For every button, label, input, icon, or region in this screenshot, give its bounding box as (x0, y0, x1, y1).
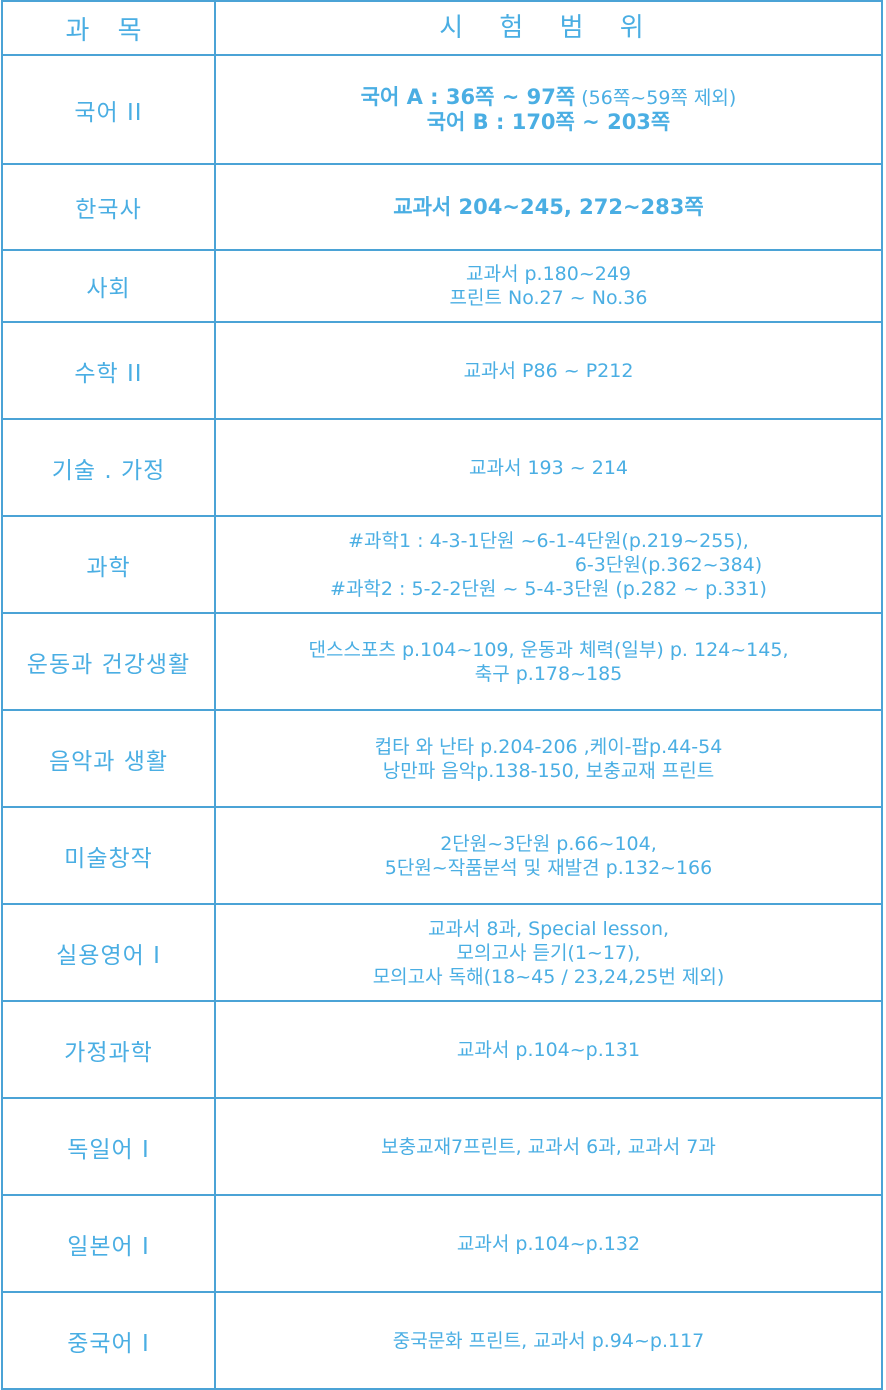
exam-scope-sheet: 과 목 시 험 범 위 국어 II 국어 A : 36쪽 ~ 97쪽 (56쪽~5… (0, 0, 886, 1390)
subject-cell: 한국사 (1, 163, 216, 251)
subject-cell: 음악과 생활 (1, 709, 216, 808)
range-line: 프린트 No.27 ~ No.36 (224, 286, 873, 310)
table-row: 미술창작 2단원~3단원 p.66~104, 5단원~작품분석 및 재발견 p.13… (1, 806, 883, 905)
subject-cell: 과학 (1, 515, 216, 614)
range-cell: 국어 A : 36쪽 ~ 97쪽 (56쪽~59쪽 제외) 국어 B : 170쪽… (214, 54, 883, 165)
table-row: 기술 . 가정 교과서 193 ~ 214 (1, 418, 883, 517)
range-line-text: 컵타 와 난타 p.204-206 ,케이-팝p.44-54 (374, 735, 723, 758)
range-line-text: 모의고사 듣기(1~17), (456, 941, 641, 964)
exam-scope-table: 과 목 시 험 범 위 국어 II 국어 A : 36쪽 ~ 97쪽 (56쪽~5… (1, 0, 883, 1390)
table-row: 독일어 I 보충교재7프린트, 교과서 6과, 교과서 7과 (1, 1097, 883, 1196)
range-line-text: 축구 p.178~185 (474, 662, 623, 685)
subject-cell: 독일어 I (1, 1097, 216, 1196)
range-line-bold: 국어 A : 36쪽 ~ 97쪽 (360, 84, 576, 109)
range-line-text: 프린트 No.27 ~ No.36 (449, 287, 648, 309)
header-subject: 과 목 (1, 0, 216, 56)
range-line: 교과서 8과, Special lesson, (224, 917, 873, 941)
range-cell: 컵타 와 난타 p.204-206 ,케이-팝p.44-54 낭만파 음악p.13… (214, 709, 883, 808)
subject-cell: 미술창작 (1, 806, 216, 905)
subject-cell: 국어 II (1, 54, 216, 165)
range-line-text: 교과서 8과, Special lesson, (427, 917, 670, 940)
range-line: 댄스스포츠 p.104~109, 운동과 체력(일부) p. 124~145, (224, 638, 873, 662)
range-cell: 교과서 p.104~p.131 (214, 1000, 883, 1099)
range-cell: #과학1 : 4-3-1단원 ~6-1-4단원(p.219~255), 6-3단원… (214, 515, 883, 614)
range-cell: 교과서 8과, Special lesson, 모의고사 듣기(1~17), 모의고… (214, 903, 883, 1002)
range-cell: 교과서 p.180~249 프린트 No.27 ~ No.36 (214, 249, 883, 323)
range-line: 6-3단원(p.362~384) (224, 553, 873, 577)
subject-cell: 운동과 건강생활 (1, 612, 216, 711)
range-line-text: #과학2 : 5-2-2단원 ~ 5-4-3단원 (p.282 ~ p.331) (330, 577, 767, 600)
range-line-text: 교과서 p.180~249 (465, 263, 632, 285)
range-line: #과학2 : 5-2-2단원 ~ 5-4-3단원 (p.282 ~ p.331) (224, 577, 873, 601)
range-line-text: 낭만파 음악p.138-150, 보충교재 프린트 (382, 759, 715, 782)
range-line: 국어 A : 36쪽 ~ 97쪽 (56쪽~59쪽 제외) (224, 85, 873, 110)
range-line: 교과서 p.104~p.132 (224, 1232, 873, 1256)
range-cell: 교과서 193 ~ 214 (214, 418, 883, 517)
range-line-text: 모의고사 독해(18~45 / 23,24,25번 제외) (372, 965, 725, 988)
range-line-text: 댄스스포츠 p.104~109, 운동과 체력(일부) p. 124~145, (308, 638, 789, 661)
range-line: 컵타 와 난타 p.204-206 ,케이-팝p.44-54 (224, 735, 873, 759)
range-cell: 중국문화 프린트, 교과서 p.94~p.117 (214, 1291, 883, 1390)
range-line: 교과서 P86 ~ P212 (224, 359, 873, 383)
range-line: #과학1 : 4-3-1단원 ~6-1-4단원(p.219~255), (224, 529, 873, 553)
range-line-text: #과학1 : 4-3-1단원 ~6-1-4단원(p.219~255), (348, 529, 749, 552)
table-row: 사회 교과서 p.180~249 프린트 No.27 ~ No.36 (1, 249, 883, 323)
table-row: 중국어 I 중국문화 프린트, 교과서 p.94~p.117 (1, 1291, 883, 1390)
range-line: 교과서 193 ~ 214 (224, 456, 873, 480)
range-cell: 교과서 P86 ~ P212 (214, 321, 883, 420)
range-line-text: 교과서 p.104~p.132 (456, 1232, 641, 1255)
range-cell: 교과서 204~245, 272~283쪽 (214, 163, 883, 251)
subject-cell: 기술 . 가정 (1, 418, 216, 517)
range-cell: 교과서 p.104~p.132 (214, 1194, 883, 1293)
range-line-bold: 국어 B : 170쪽 ~ 203쪽 (426, 109, 671, 134)
table-row: 음악과 생활 컵타 와 난타 p.204-206 ,케이-팝p.44-54 낭만파 … (1, 709, 883, 808)
range-line: 모의고사 듣기(1~17), (224, 941, 873, 965)
table-row: 한국사 교과서 204~245, 272~283쪽 (1, 163, 883, 251)
table-row: 수학 II 교과서 P86 ~ P212 (1, 321, 883, 420)
subject-cell: 수학 II (1, 321, 216, 420)
table-row: 가정과학 교과서 p.104~p.131 (1, 1000, 883, 1099)
range-line-text: (56쪽~59쪽 제외) (575, 86, 737, 109)
range-cell: 댄스스포츠 p.104~109, 운동과 체력(일부) p. 124~145, 축… (214, 612, 883, 711)
table-row: 과학 #과학1 : 4-3-1단원 ~6-1-4단원(p.219~255), 6-3… (1, 515, 883, 614)
table-row: 운동과 건강생활 댄스스포츠 p.104~109, 운동과 체력(일부) p. 1… (1, 612, 883, 711)
table-row: 실용영어 I 교과서 8과, Special lesson, 모의고사 듣기(1~1… (1, 903, 883, 1002)
range-line: 교과서 p.104~p.131 (224, 1038, 873, 1062)
range-line-text: 교과서 P86 ~ P212 (463, 359, 634, 382)
range-line-text: 중국문화 프린트, 교과서 p.94~p.117 (392, 1329, 705, 1352)
header-row: 과 목 시 험 범 위 (1, 0, 883, 56)
range-line: 모의고사 독해(18~45 / 23,24,25번 제외) (224, 965, 873, 989)
range-line-text: 5단원~작품분석 및 재발견 p.132~166 (384, 856, 713, 879)
subject-cell: 가정과학 (1, 1000, 216, 1099)
table-row: 국어 II 국어 A : 36쪽 ~ 97쪽 (56쪽~59쪽 제외) 국어 B :… (1, 54, 883, 165)
header-range: 시 험 범 위 (214, 0, 883, 56)
range-line: 2단원~3단원 p.66~104, (224, 832, 873, 856)
range-line-text: 2단원~3단원 p.66~104, (440, 832, 657, 855)
subject-cell: 일본어 I (1, 1194, 216, 1293)
range-line: 교과서 p.180~249 (224, 262, 873, 286)
range-line: 축구 p.178~185 (224, 662, 873, 686)
table-row: 일본어 I 교과서 p.104~p.132 (1, 1194, 883, 1293)
subject-cell: 중국어 I (1, 1291, 216, 1390)
range-line: 5단원~작품분석 및 재발견 p.132~166 (224, 856, 873, 880)
subject-cell: 실용영어 I (1, 903, 216, 1002)
range-line: 국어 B : 170쪽 ~ 203쪽 (224, 110, 873, 135)
range-line: 교과서 204~245, 272~283쪽 (224, 195, 873, 220)
range-line-text: 교과서 p.104~p.131 (456, 1038, 641, 1061)
range-line-bold: 교과서 204~245, 272~283쪽 (393, 194, 704, 219)
range-line: 중국문화 프린트, 교과서 p.94~p.117 (224, 1329, 873, 1353)
range-line: 낭만파 음악p.138-150, 보충교재 프린트 (224, 759, 873, 783)
range-line-text: 보충교재7프린트, 교과서 6과, 교과서 7과 (381, 1135, 716, 1158)
range-cell: 2단원~3단원 p.66~104, 5단원~작품분석 및 재발견 p.132~16… (214, 806, 883, 905)
range-cell: 보충교재7프린트, 교과서 6과, 교과서 7과 (214, 1097, 883, 1196)
subject-cell: 사회 (1, 249, 216, 323)
range-line: 보충교재7프린트, 교과서 6과, 교과서 7과 (224, 1135, 873, 1159)
range-line-text: 6-3단원(p.362~384) (574, 553, 763, 576)
range-line-text: 교과서 193 ~ 214 (468, 456, 628, 479)
